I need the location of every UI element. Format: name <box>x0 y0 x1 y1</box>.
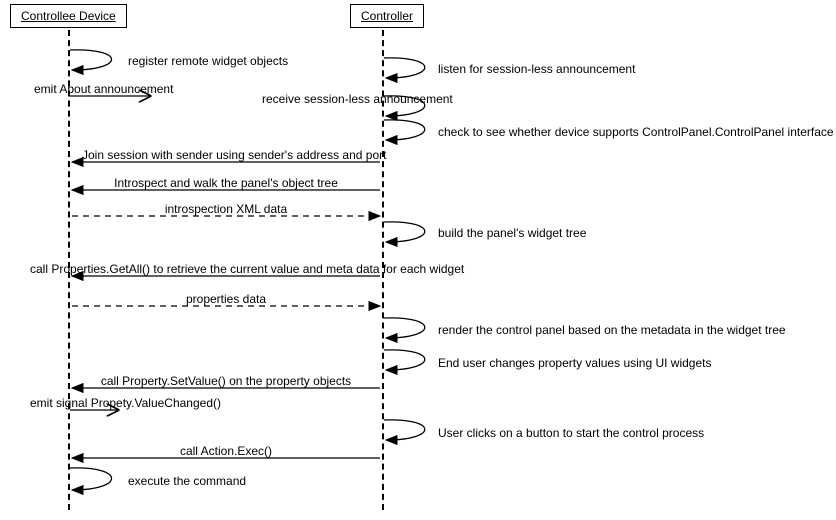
label-receive-announce: receive session-less announcement <box>262 92 453 106</box>
actor-controllee: Controllee Device <box>10 4 127 28</box>
actor-controller-label: Controller <box>361 9 413 23</box>
label-check-interface: check to see whether device supports Con… <box>438 125 834 139</box>
label-emit-about: emit About announcement <box>34 82 173 96</box>
label-getall: call Properties.GetAll() to retrieve the… <box>30 262 430 276</box>
label-introspect-walk: Introspect and walk the panel's object t… <box>82 176 370 190</box>
label-listen-announce: listen for session-less announcement <box>438 62 635 76</box>
label-action-exec: call Action.Exec() <box>82 444 370 458</box>
label-register-widgets: register remote widget objects <box>128 54 288 68</box>
label-introspection-xml: introspection XML data <box>82 202 370 216</box>
label-user-changes: End user changes property values using U… <box>438 356 712 370</box>
label-render-panel: render the control panel based on the me… <box>438 323 786 337</box>
sequence-diagram: Controllee Device Controller register re… <box>0 0 836 520</box>
label-join-session: Join session with sender using sender's … <box>82 148 370 162</box>
label-emit-valuechanged: emit signal Propety.ValueChanged() <box>30 396 221 410</box>
label-properties-data: properties data <box>82 292 370 306</box>
arrows-overlay <box>0 0 836 520</box>
label-setvalue: call Property.SetValue() on the property… <box>82 374 370 388</box>
label-user-clicks: User clicks on a button to start the con… <box>438 426 704 440</box>
actor-controllee-label: Controllee Device <box>21 9 116 23</box>
label-build-tree: build the panel's widget tree <box>438 226 586 240</box>
label-execute-cmd: execute the command <box>128 474 246 488</box>
actor-controller: Controller <box>350 4 424 28</box>
